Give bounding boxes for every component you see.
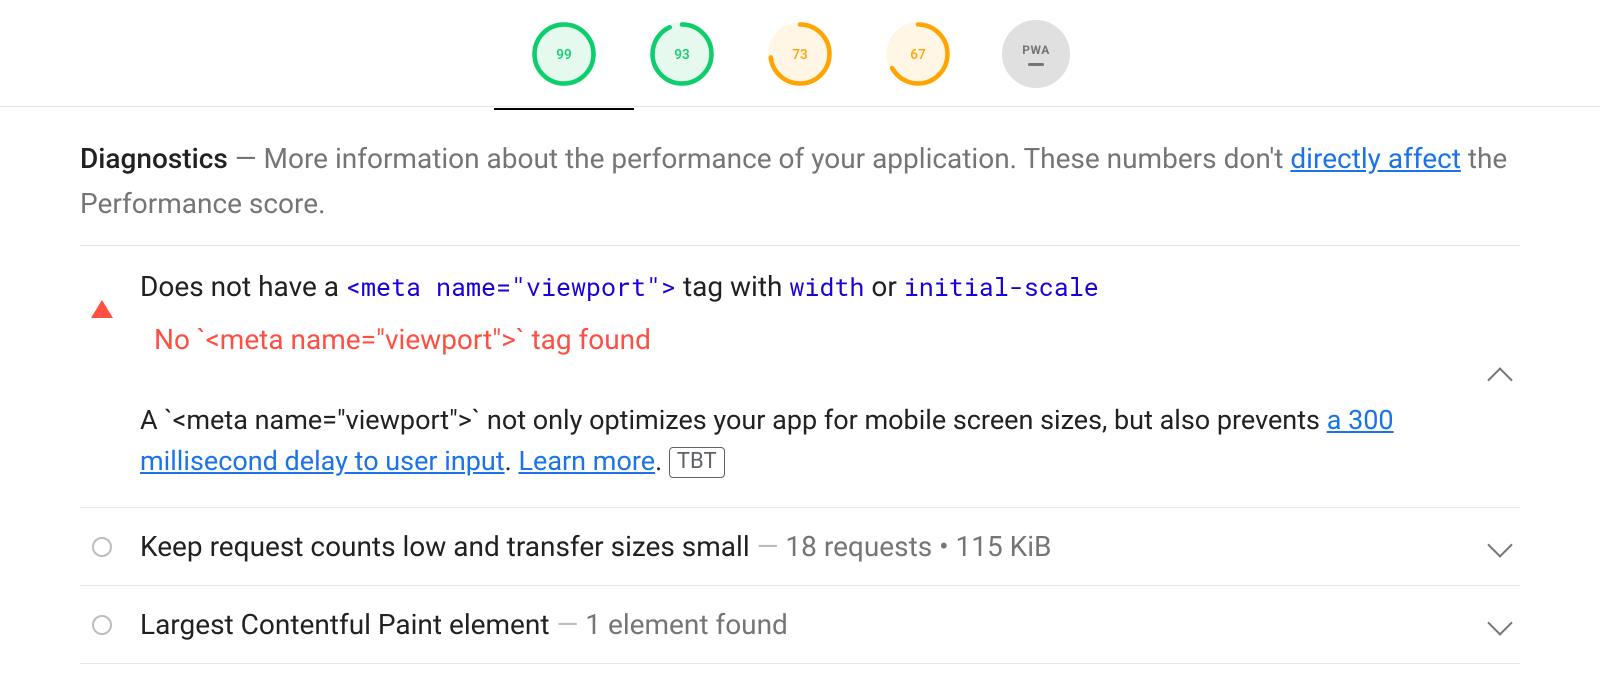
gauge-icon: 67 <box>884 20 952 88</box>
audit-meta: 1 element found <box>585 608 788 641</box>
t: Does not have a <box>140 270 346 303</box>
diagnostics-desc-prefix: More information about the performance o… <box>264 142 1291 175</box>
score-gauge-3[interactable]: 67 <box>884 20 952 88</box>
score-value: 93 <box>674 47 689 63</box>
learn-more-link[interactable]: Learn more <box>518 445 655 477</box>
dash: — <box>757 530 786 563</box>
score-value: 99 <box>556 47 571 63</box>
t: or <box>864 270 903 303</box>
active-tab-indicator <box>494 108 634 110</box>
diagnostics-section: Diagnostics — More information about the… <box>0 107 1600 664</box>
audit-viewport[interactable]: Does not have a <meta name="viewport"> t… <box>80 246 1520 509</box>
score-gauge-0[interactable]: 99 <box>530 20 598 88</box>
t: A `<meta name="viewport">` not only opti… <box>140 404 1327 436</box>
code: width <box>789 270 864 303</box>
gauge-icon: 99 <box>530 20 598 88</box>
audit-title: Does not have a <meta name="viewport"> t… <box>140 270 1456 303</box>
chevron-down-icon <box>1487 611 1512 636</box>
code: <meta name="viewport"> <box>346 270 676 303</box>
t: . <box>655 445 669 477</box>
chevron-down-icon <box>1487 533 1512 558</box>
gauge-icon: 93 <box>648 20 716 88</box>
chevron-up-icon <box>1487 368 1512 393</box>
pwa-label: PWA <box>1022 43 1050 57</box>
code: initial-scale <box>904 270 1099 303</box>
directly-affect-link[interactable]: directly affect <box>1290 142 1461 175</box>
dash: — <box>228 142 264 175</box>
info-circle-icon <box>92 615 112 635</box>
diagnostics-title: Diagnostics <box>80 142 228 175</box>
pwa-badge[interactable]: PWA <box>1002 20 1070 88</box>
fail-triangle-icon <box>91 300 113 318</box>
score-gauge-1[interactable]: 93 <box>648 20 716 88</box>
diagnostics-header: Diagnostics — More information about the… <box>80 107 1520 246</box>
audit-subtitle: No `<meta name="viewport">` tag found <box>140 303 1456 356</box>
score-gauge-2[interactable]: 73 <box>766 20 834 88</box>
audit-title: Keep request counts low and transfer siz… <box>140 530 750 563</box>
audit-title: Largest Contentful Paint element <box>140 608 550 641</box>
tbt-tag: TBT <box>669 447 725 478</box>
pwa-dash-icon <box>1028 63 1044 66</box>
audit-request-counts[interactable]: Keep request counts low and transfer siz… <box>80 508 1520 586</box>
score-tabs: 99 93 73 67 PWA <box>0 0 1600 107</box>
score-value: 67 <box>910 47 926 63</box>
audit-description: A `<meta name="viewport">` not only opti… <box>140 356 1456 484</box>
info-circle-icon <box>92 537 112 557</box>
t: tag with <box>676 270 789 303</box>
expand-toggle[interactable] <box>1480 608 1520 638</box>
audit-lcp-element[interactable]: Largest Contentful Paint element — 1 ele… <box>80 586 1520 664</box>
dash: — <box>556 608 585 641</box>
gauge-icon: 73 <box>766 20 834 88</box>
score-value: 73 <box>792 47 807 63</box>
t: . <box>505 445 519 477</box>
collapse-toggle[interactable] <box>1480 363 1520 389</box>
expand-toggle[interactable] <box>1480 530 1520 560</box>
audit-meta: 18 requests • 115 KiB <box>785 530 1051 563</box>
